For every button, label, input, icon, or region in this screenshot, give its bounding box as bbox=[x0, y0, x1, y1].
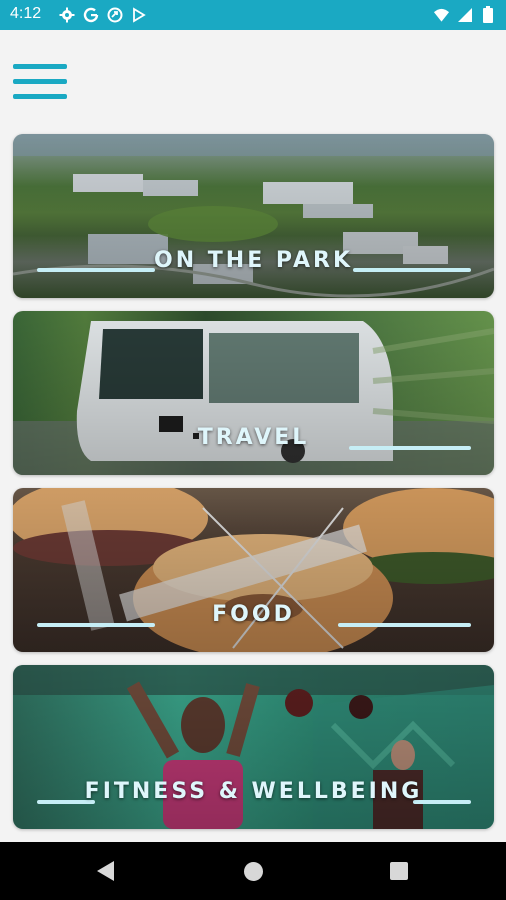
tile-on-the-park[interactable]: ON THE PARK bbox=[13, 134, 494, 298]
wifi-icon bbox=[433, 6, 450, 23]
sync-icon bbox=[106, 6, 123, 23]
status-time: 4:12 bbox=[10, 5, 42, 22]
tile-label: TRAVEL bbox=[197, 425, 310, 450]
recents-icon[interactable] bbox=[390, 862, 408, 880]
gear-icon bbox=[58, 6, 75, 23]
home-icon[interactable] bbox=[244, 862, 263, 881]
tile-label: ON THE PARK bbox=[154, 248, 353, 273]
app-content: ON THE PARK TRAVEL FOOD FITNESS & WELLBE… bbox=[0, 30, 506, 842]
back-icon[interactable] bbox=[97, 861, 114, 881]
hamburger-menu-icon[interactable] bbox=[13, 64, 67, 102]
play-store-icon bbox=[130, 6, 147, 23]
battery-icon bbox=[479, 6, 496, 23]
signal-icon bbox=[456, 6, 473, 23]
tile-travel[interactable]: TRAVEL bbox=[13, 311, 494, 475]
tile-label: FITNESS & WELLBEING bbox=[84, 779, 423, 804]
status-icons-left bbox=[58, 6, 147, 23]
system-navigation-bar bbox=[0, 842, 506, 900]
status-icons-right bbox=[433, 6, 496, 23]
tile-fitness-wellbeing[interactable]: FITNESS & WELLBEING bbox=[13, 665, 494, 829]
tile-food[interactable]: FOOD bbox=[13, 488, 494, 652]
status-bar: 4:12 bbox=[0, 0, 506, 30]
tile-label: FOOD bbox=[212, 602, 295, 627]
google-icon bbox=[82, 6, 99, 23]
